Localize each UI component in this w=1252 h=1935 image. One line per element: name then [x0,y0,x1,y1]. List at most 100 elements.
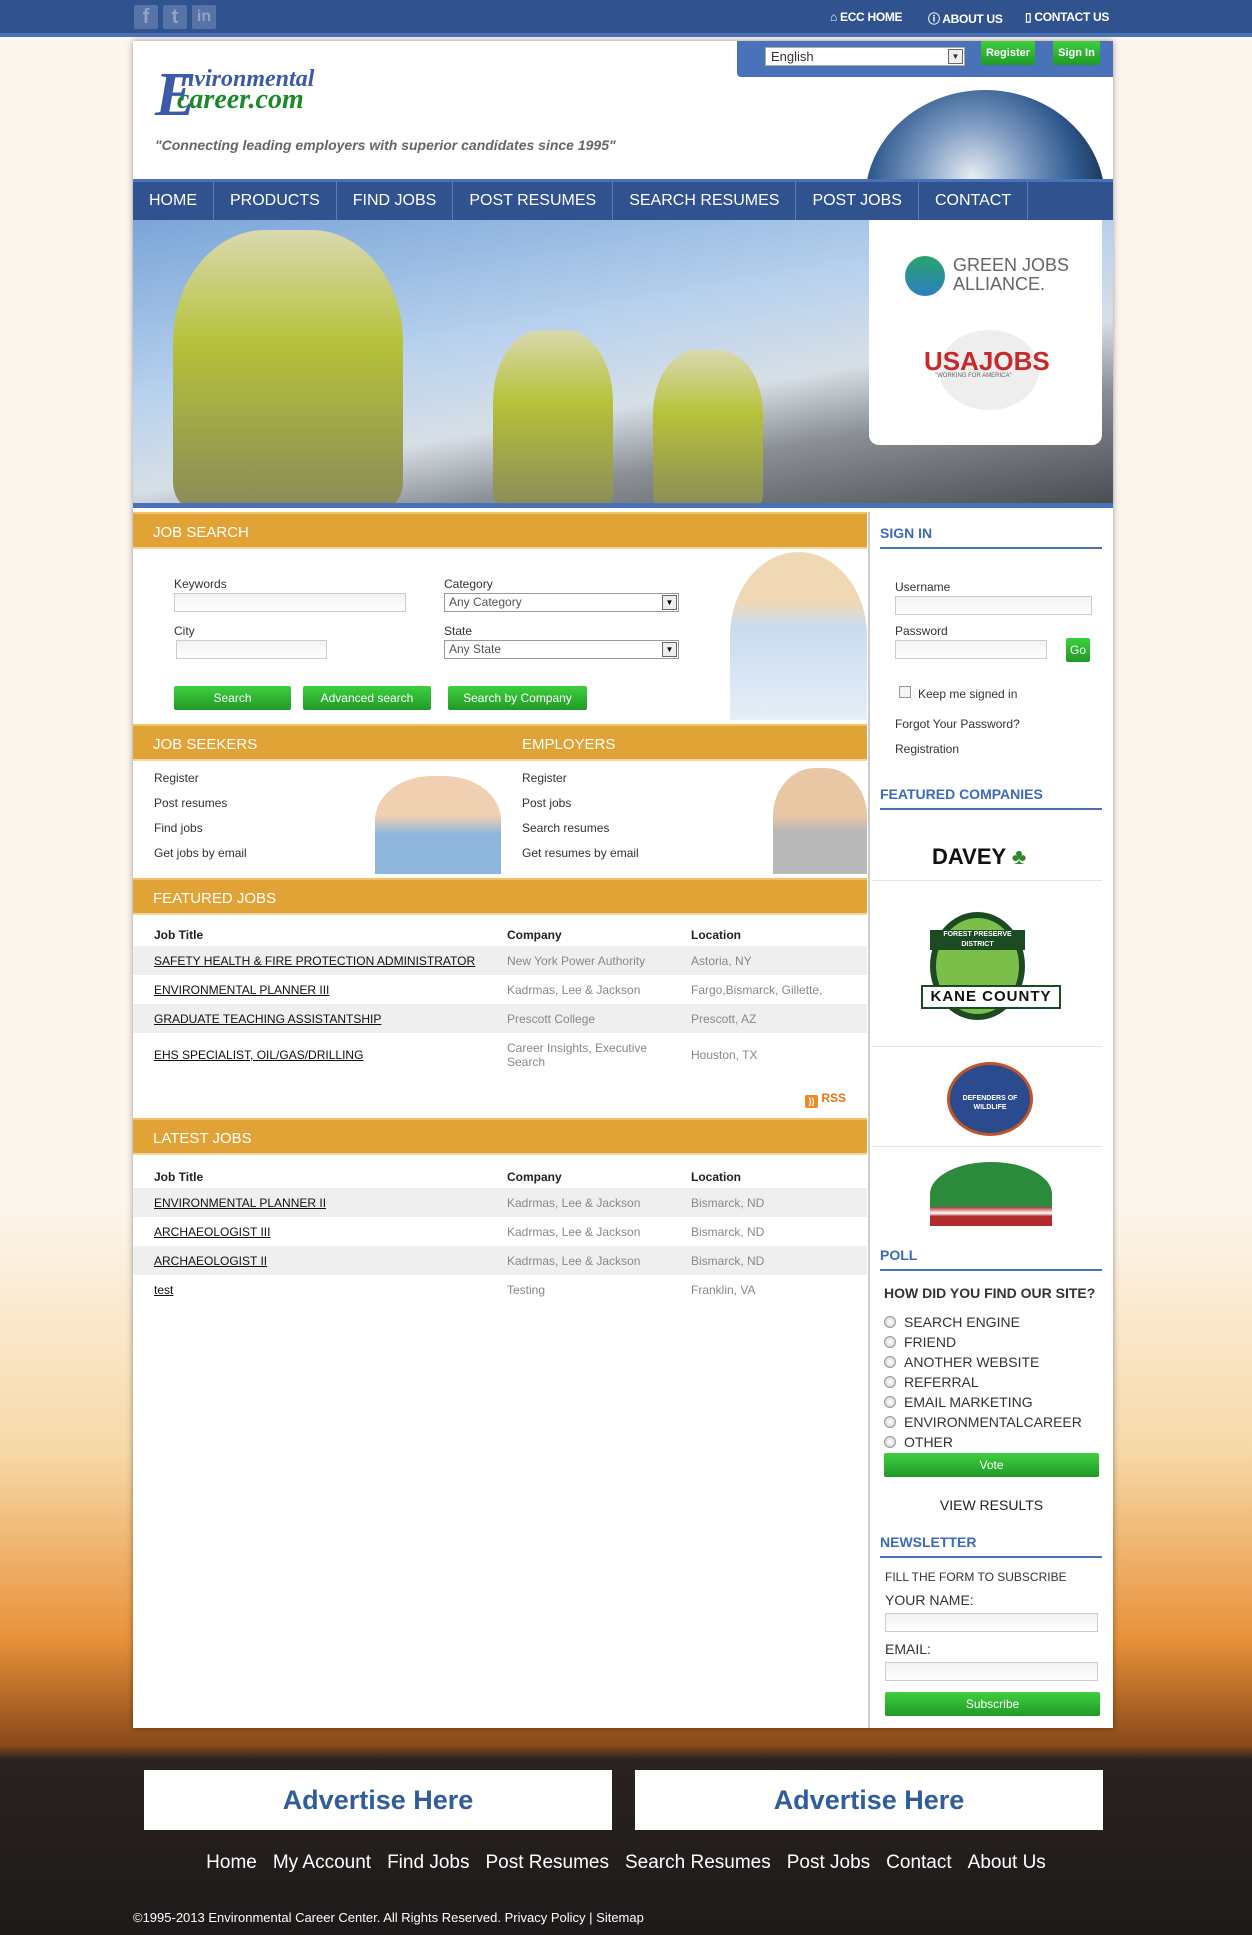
forgot-password-link[interactable]: Forgot Your Password? [895,717,1020,731]
location-cell: Astoria, NY [691,946,867,975]
footer-about-us[interactable]: About Us [968,1852,1046,1873]
poll-option[interactable]: SEARCH ENGINE [884,1314,1020,1330]
job-link[interactable]: ENVIRONMENTAL PLANNER II [154,1196,326,1210]
rss-link[interactable]: )) RSS [805,1091,846,1108]
footer-home[interactable]: Home [206,1852,257,1873]
subscribe-button[interactable]: Subscribe [885,1692,1100,1716]
radio[interactable] [884,1356,896,1368]
nav-home[interactable]: HOME [133,182,214,220]
job-link[interactable]: ARCHAEOLOGIST II [154,1254,267,1268]
job-link[interactable]: GRADUATE TEACHING ASSISTANTSHIP [154,1012,381,1026]
tagline: "Connecting leading employers with super… [155,137,616,153]
newsletter-email-input[interactable] [885,1662,1098,1681]
nav-search-resumes[interactable]: SEARCH RESUMES [613,182,797,220]
contact-us-link[interactable]: ▯ CONTACT US [1025,10,1109,24]
seeker-post-resumes-link[interactable]: Post resumes [154,796,227,810]
employer-register-link[interactable]: Register [522,771,567,785]
col-company: Company [507,928,562,942]
poll-option-label: SEARCH ENGINE [904,1314,1020,1330]
footer-my-account[interactable]: My Account [273,1852,371,1873]
nav-products[interactable]: PRODUCTS [214,182,337,220]
sitemap-link[interactable]: Sitemap [596,1910,644,1925]
employer-resumes-by-email-link[interactable]: Get resumes by email [522,846,639,860]
footer-contact[interactable]: Contact [886,1852,951,1873]
newsletter-name-input[interactable] [885,1613,1098,1632]
search-button[interactable]: Search [174,686,291,710]
company-cell: Kadrmas, Lee & Jackson [507,1224,641,1239]
radio[interactable] [884,1316,896,1328]
view-results-link[interactable]: VIEW RESULTS [884,1497,1099,1513]
category-label: Category [444,577,493,591]
keywords-input[interactable] [174,593,406,612]
state-select[interactable]: Any State ▼ [444,640,679,659]
site-logo[interactable]: E nvironmental career.com [155,61,395,129]
seeker-jobs-by-email-link[interactable]: Get jobs by email [154,846,247,860]
nav-find-jobs[interactable]: FIND JOBS [337,182,454,220]
register-button[interactable]: Register [981,41,1035,65]
footer-search-resumes[interactable]: Search Resumes [625,1852,771,1873]
footer-find-jobs[interactable]: Find Jobs [387,1852,469,1873]
employer-search-resumes-link[interactable]: Search resumes [522,821,609,835]
radio[interactable] [884,1436,896,1448]
footer-post-jobs[interactable]: Post Jobs [787,1852,870,1873]
radio[interactable] [884,1396,896,1408]
sign-in-button[interactable]: Sign In [1053,41,1100,65]
seeker-find-jobs-link[interactable]: Find jobs [154,821,203,835]
nav-post-jobs[interactable]: POST JOBS [796,182,919,220]
seeker-register-link[interactable]: Register [154,771,199,785]
privacy-policy-link[interactable]: Privacy Policy [505,1910,586,1925]
job-link[interactable]: ENVIRONMENTAL PLANNER III [154,983,329,997]
footer-post-resumes[interactable]: Post Resumes [485,1852,609,1873]
davey-logo[interactable]: DAVEY ♣ [932,844,1026,870]
radio[interactable] [884,1336,896,1348]
employer-post-jobs-link[interactable]: Post jobs [522,796,571,810]
username-input[interactable] [895,596,1092,615]
poll-option[interactable]: EMAIL MARKETING [884,1394,1033,1410]
advertise-banner-right[interactable]: Advertise Here [635,1770,1103,1830]
company-cell: Career Insights, Executive Search [507,1041,648,1069]
company-cell: New York Power Authority [507,946,691,975]
advanced-search-button[interactable]: Advanced search [303,686,431,710]
registration-link[interactable]: Registration [895,742,959,756]
twitter-icon[interactable]: t [163,5,187,29]
copyright-text: ©1995-2013 Environmental Career Center. … [133,1910,501,1925]
featured-jobs-header: FEATURED JOBS [133,878,867,915]
job-link[interactable]: ARCHAEOLOGIST III [154,1225,270,1239]
green-jobs-alliance-logo[interactable]: GREEN JOBS ALLIANCE. [953,256,1069,294]
go-button[interactable]: Go [1066,638,1090,662]
location-cell: Prescott, AZ [691,1004,867,1033]
about-us-link[interactable]: ⓘ ABOUT US [928,10,1003,27]
facebook-icon[interactable]: f [134,5,158,29]
keep-signed-in-checkbox[interactable] [899,686,911,698]
search-by-company-button[interactable]: Search by Company [448,686,587,710]
job-link[interactable]: SAFETY HEALTH & FIRE PROTECTION ADMINIST… [154,954,475,968]
job-link[interactable]: EHS SPECIALIST, OIL/GAS/DRILLING [154,1048,363,1062]
poll-option[interactable]: REFERRAL [884,1374,979,1390]
nav-contact[interactable]: CONTACT [919,182,1029,220]
radio[interactable] [884,1416,896,1428]
poll-option-label: EMAIL MARKETING [904,1394,1033,1410]
vote-button[interactable]: Vote [884,1453,1099,1477]
chevron-down-icon: ▼ [948,49,963,64]
poll-option[interactable]: ANOTHER WEBSITE [884,1354,1039,1370]
linkedin-icon[interactable]: in [192,5,216,29]
keep-signed-in-label: Keep me signed in [918,687,1018,701]
job-link[interactable]: test [154,1283,173,1297]
ecc-home-link[interactable]: ⌂ ECC HOME [830,10,903,24]
col-job-title: Job Title [154,1170,204,1184]
advertise-banner-left[interactable]: Advertise Here [144,1770,612,1830]
latest-jobs-table: Job Title Company Location ENVIRONMENTAL P… [133,1154,867,1304]
category-select[interactable]: Any Category ▼ [444,593,679,612]
language-select[interactable]: English ▼ [765,47,965,66]
woman-pointing-image [730,552,867,720]
poll-option[interactable]: ENVIRONMENTALCAREER [884,1414,1082,1430]
city-input[interactable] [176,640,327,659]
gja-line2: ALLIANCE. [953,274,1046,294]
poll-option[interactable]: FRIEND [884,1334,956,1350]
radio[interactable] [884,1376,896,1388]
password-input[interactable] [895,640,1047,659]
rss-icon: )) [805,1095,818,1108]
poll-option[interactable]: OTHER [884,1434,953,1450]
nav-post-resumes[interactable]: POST RESUMES [453,182,614,220]
company-logo-tree[interactable] [930,1162,1052,1226]
